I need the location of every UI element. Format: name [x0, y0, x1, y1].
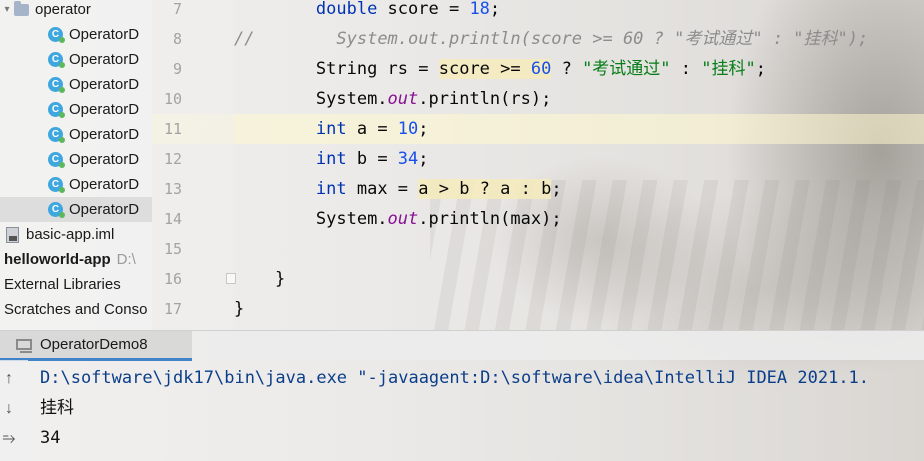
tree-item-label: OperatorD [69, 51, 140, 68]
run-tool-window-header: OperatorDemo8 [0, 330, 924, 361]
line-number: 12 [163, 150, 182, 168]
chevron-down-icon[interactable]: ▾ [0, 4, 14, 15]
tree-item-external-libraries[interactable]: External Libraries [0, 272, 152, 297]
line-number: 10 [163, 90, 182, 108]
line-number: 9 [172, 60, 182, 78]
folder-icon [14, 0, 29, 16]
module-path: D:\ [116, 251, 136, 268]
tree-item-scratches[interactable]: Scratches and Conso [0, 297, 152, 322]
line-number: 13 [163, 180, 182, 198]
code-line-12: int b = 34; [315, 149, 429, 169]
wrap-icon[interactable]: ⥱ [0, 430, 18, 448]
code-line-16: } [274, 269, 286, 289]
line-number: 14 [163, 210, 182, 228]
tree-item-class[interactable]: C OperatorD [0, 172, 152, 197]
code-line-14: System.out.println(max); [315, 209, 562, 229]
java-class-icon: C [48, 52, 65, 68]
tree-item-label: OperatorD [69, 176, 140, 193]
tree-item-class[interactable]: C OperatorD [0, 22, 152, 47]
tree-item-class[interactable]: C OperatorD [0, 72, 152, 97]
console-line-command: D:\software\jdk17\bin\java.exe "-javaage… [40, 368, 870, 388]
tree-item-label: OperatorD [69, 26, 140, 43]
code-line-11: int a = 10; [315, 119, 429, 139]
tree-item-label: OperatorD [69, 151, 140, 168]
tree-item-class[interactable]: C OperatorD [0, 97, 152, 122]
line-number: 8 [172, 30, 182, 48]
tree-item-class[interactable]: C OperatorD [0, 47, 152, 72]
tree-item-class[interactable]: C OperatorD [0, 122, 152, 147]
java-class-icon: C [48, 127, 65, 143]
tree-item-class[interactable]: C OperatorD [0, 147, 152, 172]
code-line-7: double score = 18; [315, 0, 501, 19]
tree-item-label: basic-app.iml [26, 226, 115, 243]
tree-folder-operator[interactable]: ▾ operator [0, 0, 152, 22]
arrow-up-icon[interactable]: ↑ [0, 370, 18, 388]
code-line-17: } [234, 299, 245, 319]
tree-item-label: OperatorD [69, 201, 140, 218]
tree-item-label: External Libraries [4, 276, 121, 293]
line-number: 17 [163, 300, 182, 318]
line-number: 16 [163, 270, 182, 288]
line-number: 7 [172, 0, 182, 18]
code-editor[interactable]: double score = 18; // System.out.println… [234, 0, 924, 330]
code-line-9: String rs = score >= 60 ? "考试通过" : "挂科"; [315, 59, 766, 79]
tree-item-module[interactable]: helloworld-app D:\ [0, 247, 152, 272]
code-line-13: int max = a > b ? a : b; [315, 179, 562, 199]
java-class-icon: C [48, 152, 65, 168]
line-number: 15 [163, 240, 182, 258]
tree-item-label: OperatorD [69, 76, 140, 93]
line-number: 11 [163, 120, 182, 138]
project-tree: ▾ operator C OperatorD C OperatorD C Ope… [0, 0, 152, 330]
code-line-8-comment: // System.out.println(score >= 60 ? "考试通… [234, 29, 869, 49]
tree-folder-label: operator [35, 1, 91, 18]
tree-item-label: Scratches and Conso [4, 301, 148, 318]
console-icon [16, 339, 32, 353]
run-toolbar: ↑ ↓ ⥱ [0, 360, 28, 461]
arrow-down-icon[interactable]: ↓ [0, 400, 18, 418]
tree-item-label: OperatorD [69, 101, 140, 118]
code-line-10: System.out.println(rs); [315, 89, 552, 109]
module-file-icon [6, 226, 19, 243]
console-line-output: 挂科 [40, 398, 74, 418]
console-line-output: 34 [40, 428, 61, 448]
console-output[interactable]: D:\software\jdk17\bin\java.exe "-javaage… [28, 360, 924, 461]
tree-item-label: OperatorD [69, 126, 140, 143]
run-tab[interactable]: OperatorDemo8 [0, 331, 192, 361]
java-class-icon: C [48, 102, 65, 118]
java-class-icon: C [48, 27, 65, 43]
run-tab-label: OperatorDemo8 [40, 336, 148, 353]
module-name: helloworld-app [4, 251, 111, 268]
java-class-icon: C [48, 77, 65, 93]
java-class-icon: C [48, 177, 65, 193]
java-class-icon: C [48, 202, 65, 218]
tree-item-iml[interactable]: basic-app.iml [0, 222, 152, 247]
tree-item-class-selected[interactable]: C OperatorD [0, 197, 152, 222]
